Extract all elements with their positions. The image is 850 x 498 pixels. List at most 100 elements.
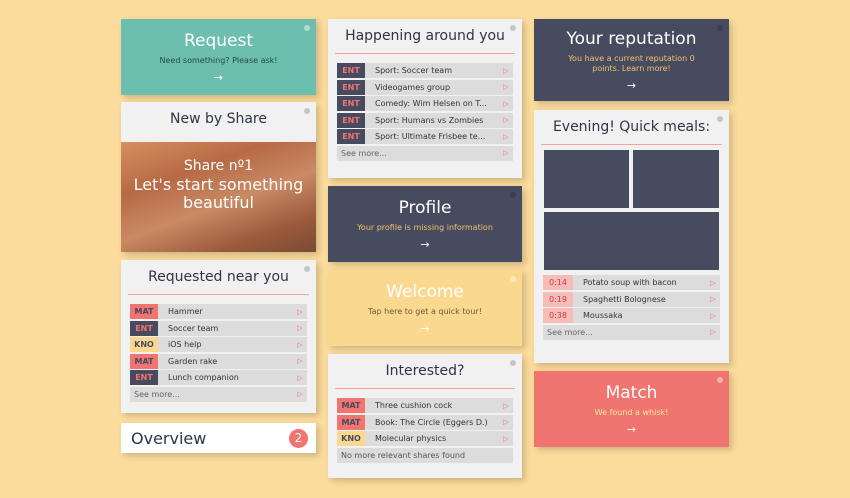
share-photo-headline: Let's start something beautiful [133,175,304,213]
quick-meals-card: Evening! Quick meals: 0:14 Potato soup wi… [534,110,729,363]
request-item[interactable]: MAT Garden rake ▷ [130,353,307,369]
request-item[interactable]: ENT Soccer team ▷ [130,320,307,336]
welcome-card[interactable]: Welcome Tap here to get a quick tour! → [328,270,522,346]
card-dot [717,377,723,383]
play-arrow-icon: ▷ [503,116,509,125]
request-item[interactable]: ENT Lunch companion ▷ [130,370,307,386]
play-arrow-icon: ▷ [297,307,303,316]
event-item[interactable]: ENT Sport: Ultimate Frisbee te... ▷ [337,129,513,145]
category-tag: ENT [337,96,365,112]
reputation-subtitle: You have a current reputation 0 points. … [568,53,695,73]
category-tag: MAT [337,398,365,413]
match-title: Match [605,382,658,403]
play-arrow-icon: ▷ [503,83,509,92]
category-tag: MAT [130,304,158,319]
play-arrow-icon: ▷ [503,418,509,427]
requested-near-you-card: Requested near you MAT Hammer ▷ ENT Soccer t… [121,260,316,413]
event-item[interactable]: ENT Comedy: Wim Helsen on T... ▷ [337,96,513,112]
interested-list: MAT Three cushion cock ▷ MAT Book: The Circl… [328,398,522,463]
reputation-card[interactable]: Your reputation You have a current reput… [534,19,729,101]
row-label: iOS help [168,340,202,350]
match-subtitle: We found a whisk! [594,407,669,417]
title-divider [335,53,515,54]
arrow-right-icon: → [420,321,430,335]
meal-image[interactable] [544,150,629,208]
no-more-notice: No more relevant shares found [337,447,513,463]
share-item[interactable]: MAT Three cushion cock ▷ [337,398,513,413]
requested-near-you-title: Requested near you [148,269,289,285]
overview-count-badge: 2 [289,428,308,448]
category-tag: 0:38 [543,308,573,324]
see-more-label: See more... [134,389,180,399]
event-item[interactable]: ENT Videogames group ▷ [337,79,513,95]
happening-title: Happening around you [345,28,505,44]
category-tag: ENT [337,129,365,145]
title-divider [128,294,309,295]
row-label: Sport: Soccer team [375,66,452,75]
play-arrow-icon: ▷ [297,357,303,366]
share-item[interactable]: KNO Molecular physics ▷ [337,431,513,447]
request-title: Request [183,30,254,51]
row-label: Sport: Ultimate Frisbee te... [375,132,486,142]
match-card[interactable]: Match We found a whisk! → [534,371,729,447]
row-label: Lunch companion [168,373,239,383]
new-by-share-card[interactable]: New by Share Share nº1 Let's start somet… [121,102,316,252]
play-arrow-icon: ▷ [710,278,716,287]
play-arrow-icon: ▷ [503,66,509,75]
play-arrow-icon: ▷ [503,434,509,443]
meal-image[interactable] [633,150,719,208]
see-more-label: See more... [341,148,387,158]
category-tag: 0:19 [543,291,573,307]
request-item[interactable]: MAT Hammer ▷ [130,304,307,319]
title-divider [541,144,722,145]
play-arrow-icon: ▷ [503,99,509,108]
category-tag: ENT [130,370,158,386]
meal-item[interactable]: 0:14 Potato soup with bacon ▷ [543,275,720,290]
row-label: Book: The Circle (Eggers D.) [375,417,488,427]
meal-item[interactable]: 0:19 Spaghetti Bolognese ▷ [543,291,720,307]
see-more-link[interactable]: See more... ▷ [130,386,307,402]
category-tag: MAT [130,353,158,369]
see-more-link[interactable]: See more... ▷ [337,145,513,161]
profile-card[interactable]: Profile Your profile is missing informat… [328,186,522,262]
play-arrow-icon: ▷ [297,340,303,349]
requested-list: MAT Hammer ▷ ENT Soccer team ▷ KNO iOS help ▷ MAT… [121,304,316,402]
meal-item[interactable]: 0:38 Moussaka ▷ [543,308,720,324]
row-label: Videogames group [375,82,451,92]
play-arrow-icon: ▷ [297,390,303,399]
request-card[interactable]: Request Need something? Please ask! → [121,19,316,95]
row-label: Moussaka [583,311,623,321]
interested-title: Interested? [385,363,465,379]
arrow-right-icon: → [626,422,637,436]
request-item[interactable]: KNO iOS help ▷ [130,337,307,353]
meal-list: 0:14 Potato soup with bacon ▷ 0:19 Spaghetti… [534,275,729,341]
category-tag: MAT [337,414,365,430]
row-label: Molecular physics [375,434,447,444]
share-photo[interactable]: Share nº1 Let's start something beautifu… [121,142,316,252]
category-tag: ENT [337,63,365,78]
row-label: Spaghetti Bolognese [583,294,666,304]
row-label: Soccer team [168,323,219,333]
see-more-link[interactable]: See more... ▷ [543,324,720,340]
notice-label: No more relevant shares found [341,450,466,460]
quick-meals-title: Evening! Quick meals: [552,119,711,135]
row-label: Garden rake [168,356,218,366]
play-arrow-icon: ▷ [297,324,303,333]
title-divider [335,388,515,389]
share-item[interactable]: MAT Book: The Circle (Eggers D.) ▷ [337,414,513,430]
card-dot [304,108,310,114]
overview-card[interactable]: Overview 2 [121,423,316,453]
card-dot [717,25,723,31]
event-item[interactable]: ENT Sport: Humans vs Zombies ▷ [337,112,513,128]
event-item[interactable]: ENT Sport: Soccer team ▷ [337,63,513,78]
arrow-right-icon: → [213,70,224,84]
play-arrow-icon: ▷ [297,373,303,382]
play-arrow-icon: ▷ [710,328,716,337]
row-label: Sport: Humans vs Zombies [375,115,484,125]
card-dot [510,192,516,198]
meal-image[interactable] [544,212,719,270]
row-label: Hammer [168,307,203,316]
category-tag: ENT [130,320,158,336]
category-tag: KNO [337,431,365,447]
arrow-right-icon: → [420,237,430,251]
